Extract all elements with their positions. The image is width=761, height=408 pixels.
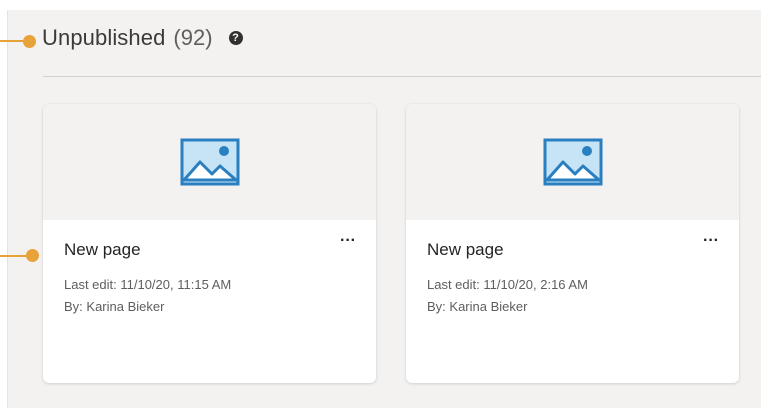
image-placeholder-icon <box>180 138 239 186</box>
card-thumbnail <box>406 104 739 220</box>
card-last-edit: Last edit: 11/10/20, 2:16 AM <box>427 277 588 292</box>
card-title[interactable]: New page <box>427 240 718 260</box>
section-header: Unpublished (92) ? <box>42 25 243 51</box>
image-placeholder-icon <box>543 138 602 186</box>
page-card[interactable]: New page ··· Last edit: 11/10/20, 11:15 … <box>43 104 376 383</box>
card-last-edit: Last edit: 11/10/20, 11:15 AM <box>64 277 232 292</box>
page-card[interactable]: New page ··· Last edit: 11/10/20, 2:16 A… <box>406 104 739 383</box>
card-author: By: Karina Bieker <box>64 299 165 314</box>
callout-dot-header <box>23 35 36 48</box>
card-author: By: Karina Bieker <box>427 299 528 314</box>
card-title[interactable]: New page <box>64 240 355 260</box>
card-thumbnail <box>43 104 376 220</box>
section-title: Unpublished <box>42 25 166 50</box>
section-count: (92) <box>173 25 213 50</box>
callout-dot-card <box>26 249 39 262</box>
question-circle-icon[interactable]: ? <box>228 31 243 45</box>
more-options-icon[interactable]: ··· <box>703 232 719 250</box>
more-options-icon[interactable]: ··· <box>340 232 356 250</box>
section-divider <box>43 76 761 77</box>
